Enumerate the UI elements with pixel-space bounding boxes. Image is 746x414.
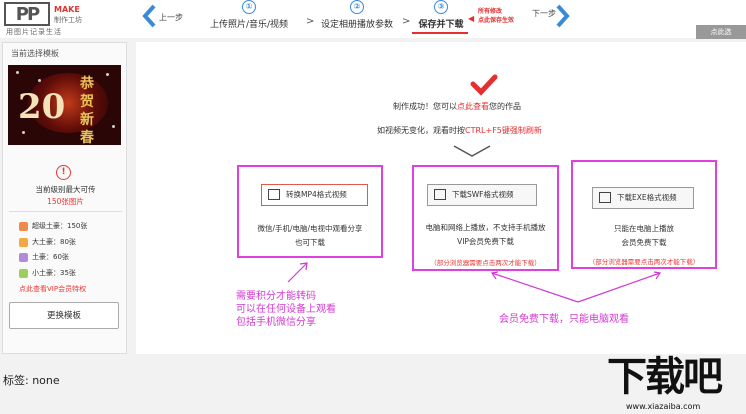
annotation-line: 包括手机微信分享: [236, 317, 316, 328]
annotation-line: 需要积分才能转码: [236, 291, 316, 302]
annotation-line: 可以在任何设备上观看: [236, 304, 336, 315]
annotation-left: 需要积分才能转码 可以在任何设备上观看 包括手机微信分享: [236, 290, 336, 329]
page: PP MAKE 制作工坊 用图片记录生活 上一步 ① 上传照片/音乐/视频 > …: [0, 0, 746, 414]
watermark-url: www.xiazaiba.com: [626, 402, 701, 411]
annotation-right: 会员免费下载，只能电脑观看: [499, 314, 629, 325]
watermark-logo: 下载吧: [607, 354, 723, 400]
annotation-arrows: [287, 262, 662, 303]
tags-label: 标签: none: [3, 374, 60, 387]
